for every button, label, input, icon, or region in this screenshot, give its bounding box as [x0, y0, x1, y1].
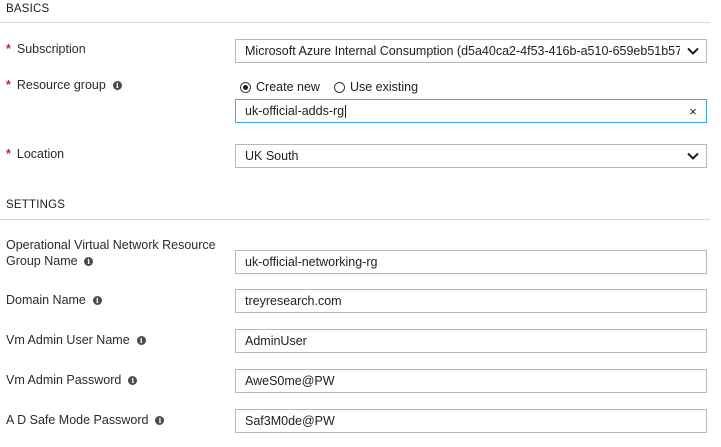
resource-group-label-text: Resource group	[16, 78, 106, 92]
resource-group-value: uk-official-adds-rg	[245, 103, 347, 119]
location-value: UK South	[245, 149, 299, 163]
location-label: * Location	[6, 146, 64, 162]
subscription-value: Microsoft Azure Internal Consumption (d5…	[245, 44, 680, 58]
domain-name-value: treyresearch.com	[245, 294, 342, 308]
resource-group-radio-group: Create new Use existing	[240, 80, 432, 94]
vm-admin-user-label-text: Vm Admin User Name	[6, 333, 130, 347]
safe-mode-password-value: Saf3M0de@PW	[245, 414, 335, 428]
info-icon[interactable]: i	[136, 335, 146, 345]
vm-admin-password-label: Vm Admin Password i	[6, 372, 138, 388]
chevron-down-icon	[680, 152, 706, 160]
location-label-text: Location	[16, 147, 65, 161]
safe-mode-password-input[interactable]: Saf3M0de@PW	[235, 409, 707, 433]
required-marker: *	[6, 147, 11, 161]
network-rg-label-line2: Group Name	[6, 254, 78, 268]
basics-divider	[0, 22, 710, 23]
resource-group-input[interactable]: uk-official-adds-rg ×	[235, 99, 707, 123]
location-dropdown[interactable]: UK South	[235, 144, 707, 168]
info-icon[interactable]: i	[92, 295, 102, 305]
info-icon[interactable]: i	[155, 415, 165, 425]
radio-unselected-icon	[333, 81, 345, 93]
radio-create-new[interactable]: Create new	[240, 80, 320, 94]
clear-icon[interactable]: ×	[680, 104, 706, 119]
info-icon[interactable]: i	[112, 80, 122, 90]
domain-name-input[interactable]: treyresearch.com	[235, 289, 707, 313]
settings-divider	[0, 219, 710, 220]
safe-mode-password-label-text: A D Safe Mode Password	[6, 413, 149, 427]
network-rg-label: Operational Virtual Network Resource Gro…	[6, 237, 221, 269]
radio-use-existing[interactable]: Use existing	[333, 80, 419, 94]
network-rg-input[interactable]: uk-official-networking-rg	[235, 250, 707, 274]
vm-admin-user-label: Vm Admin User Name i	[6, 332, 146, 348]
required-marker: *	[6, 42, 11, 56]
network-rg-value: uk-official-networking-rg	[245, 255, 378, 269]
chevron-down-icon	[680, 47, 706, 55]
radio-selected-icon	[240, 81, 251, 93]
vm-admin-password-label-text: Vm Admin Password	[6, 373, 122, 387]
vm-admin-user-input[interactable]: AdminUser	[235, 329, 707, 353]
domain-name-label: Domain Name i	[6, 292, 102, 308]
vm-admin-password-value: AweS0me@PW	[245, 374, 335, 388]
safe-mode-password-label: A D Safe Mode Password i	[6, 412, 165, 428]
info-icon[interactable]: i	[128, 375, 138, 385]
subscription-label: * Subscription	[6, 41, 86, 57]
subscription-dropdown[interactable]: Microsoft Azure Internal Consumption (d5…	[235, 39, 707, 63]
info-icon[interactable]: i	[84, 257, 94, 267]
network-rg-label-line1: Operational Virtual Network Resource	[6, 238, 216, 252]
vm-admin-password-input[interactable]: AweS0me@PW	[235, 369, 707, 393]
subscription-label-text: Subscription	[16, 42, 86, 56]
text-caret	[345, 105, 347, 119]
settings-header: SETTINGS	[6, 199, 66, 211]
domain-name-label-text: Domain Name	[6, 293, 86, 307]
vm-admin-user-value: AdminUser	[245, 334, 307, 348]
required-marker: *	[6, 78, 11, 92]
radio-use-existing-label: Use existing	[349, 80, 419, 94]
radio-create-new-label: Create new	[256, 80, 320, 94]
basics-header: BASICS	[6, 3, 50, 15]
resource-group-label: * Resource group i	[6, 77, 122, 93]
